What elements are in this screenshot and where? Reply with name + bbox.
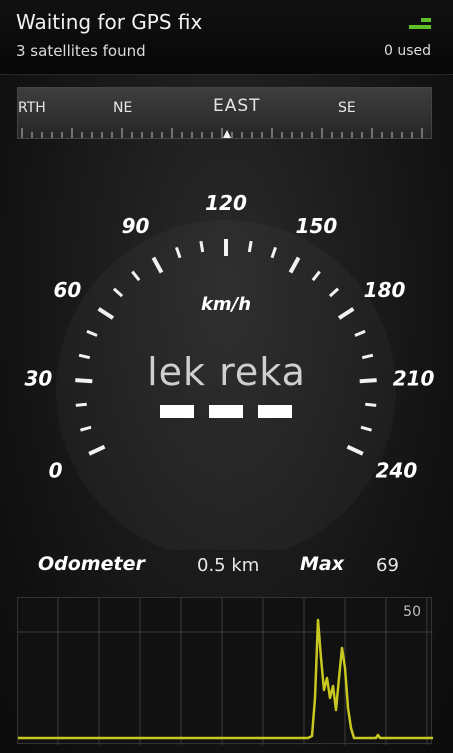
dial-label-150: 150 (296, 214, 338, 238)
compass-label-east: EAST (213, 96, 261, 116)
gps-status-bar: Waiting for GPS fix 3 satellites found 0… (0, 0, 453, 75)
max-speed-label: Max (300, 553, 344, 575)
odometer-label: Odometer (38, 553, 145, 575)
odometer-value: 0.5 km (197, 555, 260, 576)
compass-strip[interactable]: RTH NE EAST SE (17, 87, 432, 139)
satellite-signal-icon (409, 18, 431, 32)
max-speed-value: 69 (376, 555, 399, 576)
dial-label-180: 180 (364, 278, 406, 302)
compass-label-north: RTH (18, 100, 46, 116)
speed-readout: lek reka (147, 350, 306, 394)
dial-tick (199, 240, 205, 253)
graph-scale-label: 50 (403, 604, 421, 620)
speed-history-plot (18, 598, 433, 745)
dial-tick (247, 240, 253, 253)
gps-status-title: Waiting for GPS fix (16, 10, 203, 34)
dial-label-90: 90 (122, 214, 150, 238)
compass-heading-marker (223, 130, 231, 138)
speed-unit-label: km/h (201, 294, 251, 315)
satellites-found-text: 3 satellites found (16, 42, 146, 60)
dial-label-240: 240 (376, 458, 418, 482)
dial-label-120: 120 (205, 191, 247, 215)
dial-tick (75, 402, 87, 407)
compass-label-se: SE (338, 100, 356, 116)
speed-history-graph: 50 (17, 597, 433, 745)
dial-label-0: 0 (49, 458, 63, 482)
speed-history-line (18, 618, 433, 740)
satellites-used-text: 0 used (383, 43, 431, 59)
speed-digits-placeholder (160, 405, 292, 418)
dial-label-60: 60 (54, 278, 82, 302)
dial-tick (365, 402, 377, 407)
compass-label-ne: NE (113, 100, 133, 116)
